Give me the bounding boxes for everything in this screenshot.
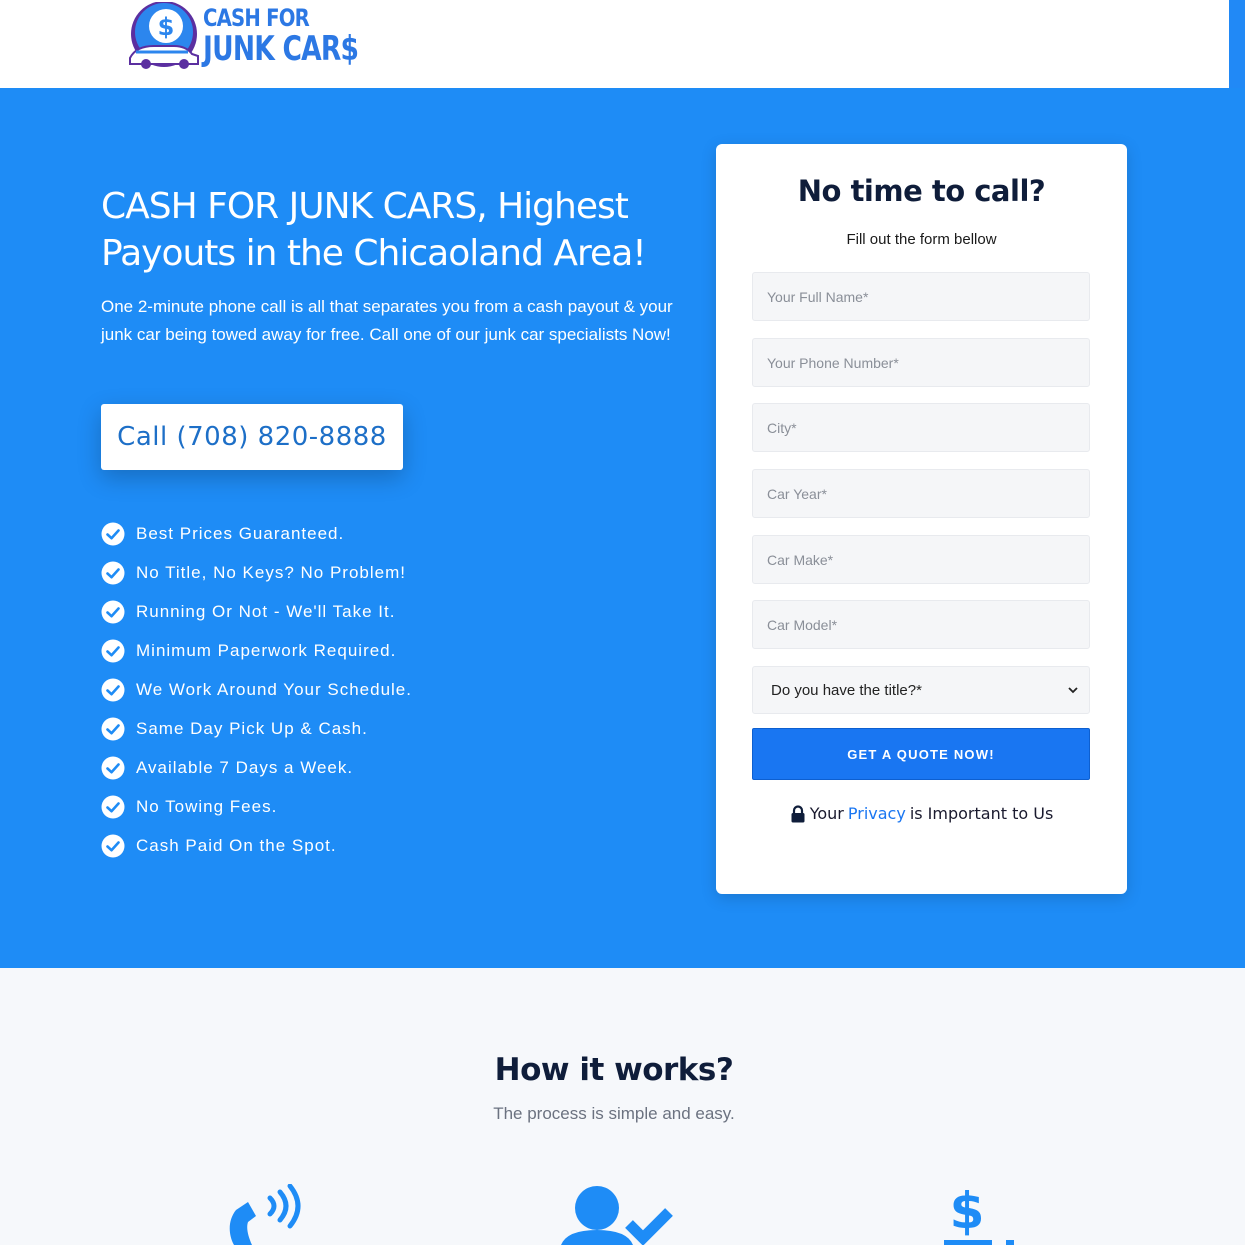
hero-title: CASH FOR JUNK CARS, Highest Payouts in t…	[101, 186, 647, 274]
feature-label: We Work Around Your Schedule.	[136, 679, 412, 699]
how-it-works-title: How it works?	[494, 1052, 734, 1088]
logo-line-1: CASH FOR	[203, 4, 310, 32]
how-it-works-subtitle: The process is simple and easy.	[493, 1104, 735, 1123]
title-select-value: Do you have the title?*	[771, 681, 922, 699]
feature-label: Available 7 Days a Week.	[136, 757, 354, 777]
check-circle-icon	[101, 834, 125, 857]
feature-label: No Title, No Keys? No Problem!	[136, 562, 406, 582]
feature-label: Running Or Not - We'll Take It.	[136, 601, 396, 621]
svg-text:$: $	[158, 13, 175, 41]
hero-description: One 2-minute phone call is all that sepa…	[101, 297, 673, 344]
feature-item: Cash Paid On the Spot.	[101, 826, 412, 865]
feature-label: Best Prices Guaranteed.	[136, 523, 345, 543]
user-check-icon	[561, 1186, 673, 1245]
feature-item: No Towing Fees.	[101, 787, 412, 826]
city-input[interactable]	[752, 403, 1090, 452]
feature-label: Cash Paid On the Spot.	[136, 835, 337, 855]
feature-item: Minimum Paperwork Required.	[101, 631, 412, 670]
feature-label: Same Day Pick Up & Cash.	[136, 718, 368, 738]
feature-item: Available 7 Days a Week.	[101, 748, 412, 787]
privacy-note: Your Privacy is Important to Us	[716, 804, 1127, 823]
check-circle-icon	[101, 561, 125, 584]
car-year-input[interactable]	[752, 469, 1090, 518]
car-make-input[interactable]	[752, 535, 1090, 584]
check-circle-icon	[101, 795, 125, 818]
feature-label: No Towing Fees.	[136, 796, 278, 816]
svg-text:$: $	[950, 1184, 985, 1240]
lock-icon	[791, 804, 805, 822]
feature-item: Same Day Pick Up & Cash.	[101, 709, 412, 748]
chevron-down-icon	[1068, 687, 1078, 694]
feature-label: Minimum Paperwork Required.	[136, 640, 397, 660]
site-logo[interactable]: $ CASH FOR JUNK CAR$	[126, 2, 359, 72]
site-header: $ CASH FOR JUNK CAR$	[0, 0, 1229, 88]
privacy-link[interactable]: Privacy	[848, 804, 906, 823]
logo-line-2: JUNK CAR$	[203, 29, 359, 69]
feature-item: Running Or Not - We'll Take It.	[101, 592, 412, 631]
form-title: No time to call?	[797, 174, 1046, 208]
phone-call-icon	[229, 1184, 301, 1245]
check-circle-icon	[101, 522, 125, 545]
phone-input[interactable]	[752, 338, 1090, 387]
check-circle-icon	[101, 678, 125, 701]
full-name-input[interactable]	[752, 272, 1090, 321]
privacy-prefix: Your	[809, 804, 844, 823]
feature-item: No Title, No Keys? No Problem!	[101, 553, 412, 592]
feature-item: We Work Around Your Schedule.	[101, 670, 412, 709]
call-button[interactable]: Call (708) 820-8888	[101, 404, 403, 470]
feature-item: Best Prices Guaranteed.	[101, 514, 412, 553]
hero-section: CASH FOR JUNK CARS, Highest Payouts in t…	[0, 88, 1245, 968]
check-circle-icon	[101, 717, 125, 740]
title-select[interactable]: Do you have the title?*	[752, 666, 1090, 714]
logo-emblem-icon: $	[129, 2, 199, 69]
logo-wordmark: CASH FOR JUNK CAR$	[203, 6, 402, 66]
get-quote-button[interactable]: GET A QUOTE NOW!	[752, 728, 1090, 780]
quote-form-card: No time to call? Fill out the form bello…	[716, 144, 1127, 894]
dollar-icon: $	[944, 1184, 1014, 1245]
privacy-suffix: is Important to Us	[909, 804, 1054, 823]
check-circle-icon	[101, 600, 125, 623]
feature-list: Best Prices Guaranteed. No Title, No Key…	[101, 514, 412, 865]
check-circle-icon	[101, 756, 125, 779]
car-model-input[interactable]	[752, 600, 1090, 649]
check-circle-icon	[101, 639, 125, 662]
form-subtitle: Fill out the form bellow	[846, 231, 997, 248]
header-edge-strip	[1229, 0, 1245, 88]
